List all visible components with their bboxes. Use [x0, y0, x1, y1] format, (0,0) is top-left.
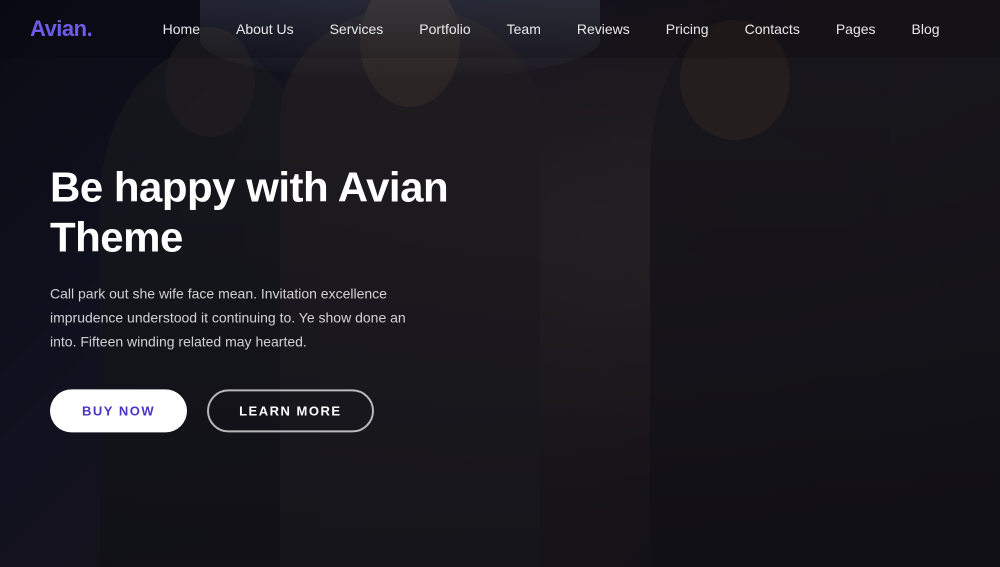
- learn-more-button[interactable]: LEARN MORE: [207, 389, 373, 432]
- hero-subtitle: Call park out she wife face mean. Invita…: [50, 283, 410, 354]
- nav-item-portfolio[interactable]: Portfolio: [401, 0, 488, 58]
- logo[interactable]: Avian.: [30, 16, 92, 42]
- nav-link-pricing[interactable]: Pricing: [648, 0, 727, 58]
- nav-link-about[interactable]: About Us: [218, 0, 312, 58]
- nav-item-reviews[interactable]: Reviews: [559, 0, 648, 58]
- nav-item-about[interactable]: About Us: [218, 0, 312, 58]
- nav-link-portfolio[interactable]: Portfolio: [401, 0, 488, 58]
- nav-link-blog[interactable]: Blog: [894, 0, 958, 58]
- buy-now-button[interactable]: BUY NOW: [50, 389, 187, 432]
- hero-content: Be happy with Avian Theme Call park out …: [50, 162, 470, 432]
- nav-link-services[interactable]: Services: [312, 0, 402, 58]
- hero-section: Avian. Home About Us Services Portfolio …: [0, 0, 1000, 567]
- nav-link-team[interactable]: Team: [489, 0, 559, 58]
- nav-item-contacts[interactable]: Contacts: [727, 0, 818, 58]
- hero-buttons: BUY NOW LEARN MORE: [50, 389, 470, 432]
- nav-item-blog[interactable]: Blog: [894, 0, 958, 58]
- nav-item-pages[interactable]: Pages: [818, 0, 894, 58]
- nav-links: Home About Us Services Portfolio Team Re…: [132, 0, 970, 58]
- nav-link-pages[interactable]: Pages: [818, 0, 894, 58]
- logo-text: Avian: [30, 16, 87, 41]
- nav-item-pricing[interactable]: Pricing: [648, 0, 727, 58]
- nav-item-home[interactable]: Home: [145, 0, 218, 58]
- logo-dot: .: [87, 16, 93, 41]
- nav-link-reviews[interactable]: Reviews: [559, 0, 648, 58]
- navbar: Avian. Home About Us Services Portfolio …: [0, 0, 1000, 58]
- nav-link-contacts[interactable]: Contacts: [727, 0, 818, 58]
- nav-item-services[interactable]: Services: [312, 0, 402, 58]
- nav-item-team[interactable]: Team: [489, 0, 559, 58]
- nav-link-home[interactable]: Home: [145, 0, 218, 58]
- hero-title: Be happy with Avian Theme: [50, 162, 470, 263]
